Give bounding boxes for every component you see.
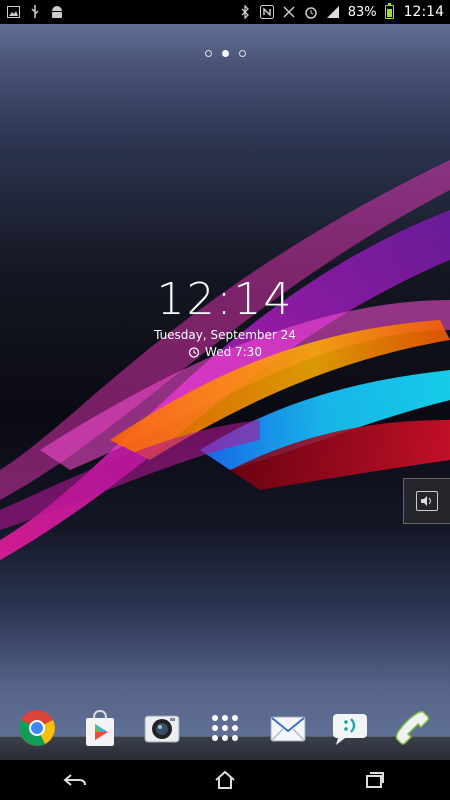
chrome-icon[interactable] — [15, 706, 59, 750]
alarm-icon — [304, 5, 318, 19]
app-drawer-icon[interactable] — [203, 706, 247, 750]
clock-alarm: Wed 7:30 — [0, 345, 450, 359]
clock-widget[interactable]: 12:14 Tuesday, September 24 Wed 7:30 — [0, 274, 450, 360]
dock — [0, 700, 450, 756]
status-bar: 83% 12:14 — [0, 0, 450, 24]
clock-date: Tuesday, September 24 — [154, 328, 296, 342]
messaging-icon[interactable] — [328, 706, 372, 750]
status-time: 12:14 — [403, 4, 444, 20]
recents-icon[interactable] — [355, 765, 395, 795]
camera-icon[interactable] — [140, 706, 184, 750]
nfc-icon — [259, 5, 274, 19]
vibrate-icon — [282, 5, 296, 19]
page-dot-2[interactable] — [221, 50, 229, 57]
battery-charging-icon — [384, 3, 394, 19]
signal-icon — [326, 5, 340, 19]
speaker-icon — [416, 491, 438, 511]
page-dot-3[interactable] — [238, 50, 246, 57]
page-dot-1[interactable] — [204, 50, 212, 57]
wallpaper — [0, 0, 450, 800]
android-debug-icon — [50, 5, 64, 19]
alarm-label: Wed 7:30 — [205, 345, 262, 359]
back-icon[interactable] — [55, 765, 95, 795]
bluetooth-icon — [238, 5, 252, 19]
alarm-clock-icon — [188, 346, 200, 358]
home-icon[interactable] — [205, 765, 245, 795]
usb-icon — [28, 5, 42, 19]
battery-percent: 83% — [347, 4, 377, 20]
play-store-icon[interactable] — [78, 706, 122, 750]
gallery-icon — [6, 5, 20, 19]
page-indicator — [0, 50, 450, 57]
clock-time: 12:14 — [156, 274, 294, 325]
phone-icon[interactable] — [391, 706, 435, 750]
email-icon[interactable] — [266, 706, 310, 750]
navigation-bar — [0, 760, 450, 800]
volume-button[interactable] — [403, 478, 450, 524]
